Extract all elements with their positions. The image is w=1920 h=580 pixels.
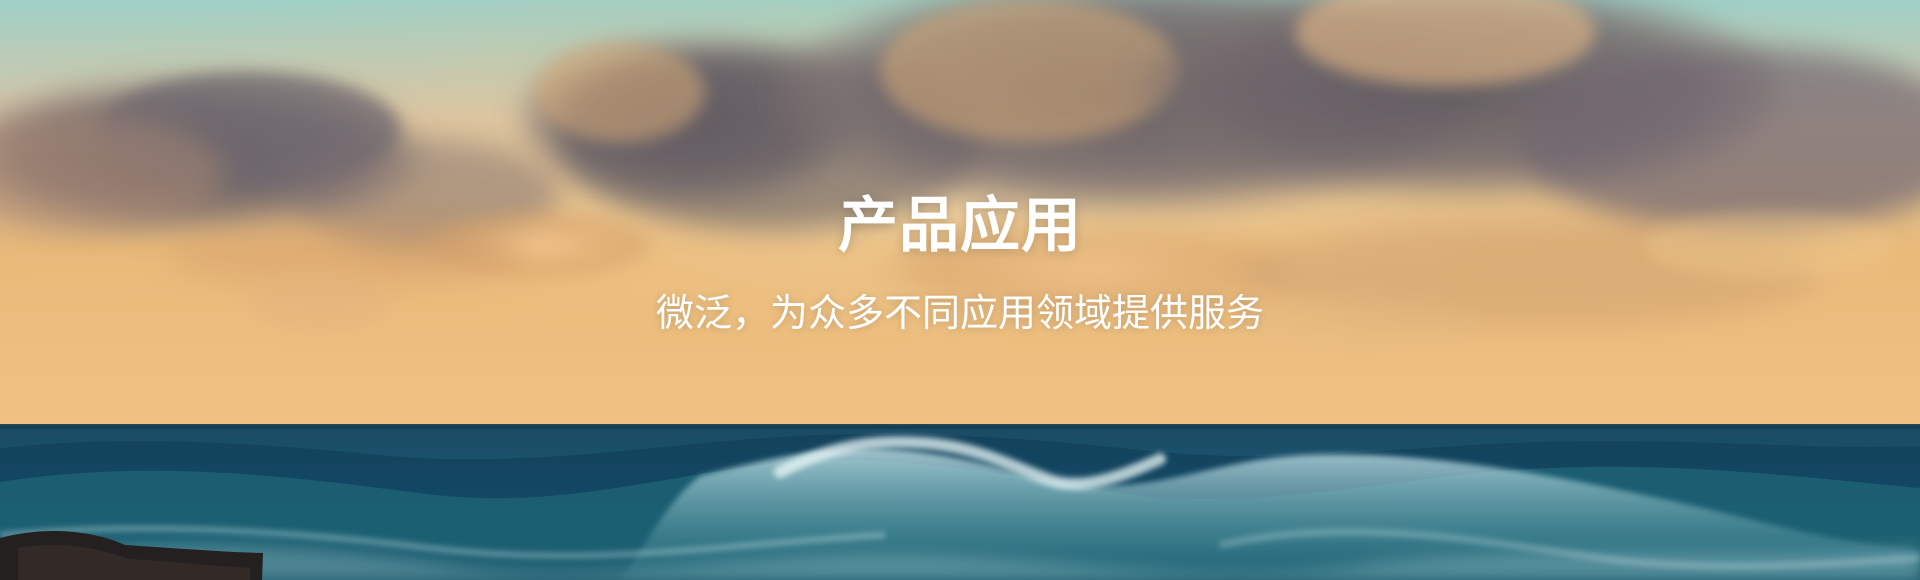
- product-application-banner: 产品应用 微泛，为众多不同应用领域提供服务: [0, 0, 1920, 580]
- page-title: 产品应用: [838, 191, 1082, 261]
- page-subtitle: 微泛，为众多不同应用领域提供服务: [655, 291, 1264, 335]
- banner-text-group: 产品应用 微泛，为众多不同应用领域提供服务: [0, 0, 1920, 580]
